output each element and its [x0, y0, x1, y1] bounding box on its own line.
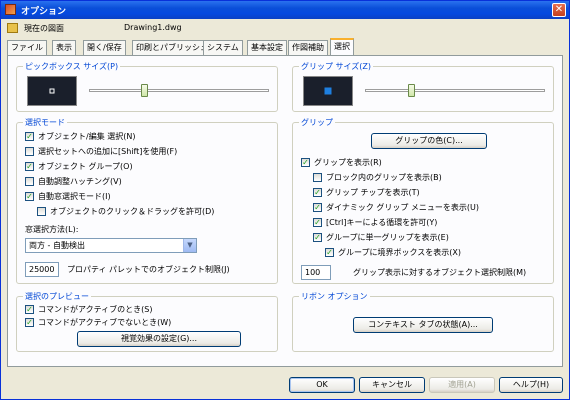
grip-colors-button[interactable]: グリップの色(C)... [371, 133, 487, 149]
current-drawing-label: 現在の図面 [24, 24, 64, 33]
shift-add-checkbox[interactable] [25, 147, 34, 156]
object-group-checkbox[interactable]: ✓ [25, 162, 34, 171]
grip-limit-input[interactable]: 100 [301, 265, 331, 280]
window-method-label: 窓選択方法(L): [25, 225, 79, 234]
options-dialog: オプション ✕ 現在の図面 Drawing1.dwg ファイル 表示 開く/保存… [0, 0, 570, 400]
preview-active-checkbox[interactable]: ✓ [25, 305, 34, 314]
dynamic-grip-menu-checkbox[interactable]: ✓ [313, 203, 322, 212]
preview-inactive-checkbox[interactable]: ✓ [25, 318, 34, 327]
property-limit-label: プロパティ パレットでのオブジェクト制限(J) [67, 265, 230, 274]
grip-tips-checkbox[interactable]: ✓ [313, 188, 322, 197]
selection-modes-title: 選択モード [23, 117, 67, 128]
contextual-tab-states-button[interactable]: コンテキスト タブの状態(A)... [353, 317, 493, 333]
single-group-grip-checkbox[interactable]: ✓ [313, 233, 322, 242]
grip-slider-thumb[interactable] [408, 84, 416, 97]
drawing-icon [7, 23, 18, 33]
dynamic-grip-menu-label: ダイナミック グリップ メニューを表示(U) [326, 203, 480, 212]
pickbox-size-title: ピックボックス サイズ(P) [23, 61, 121, 72]
object-selection-label: オブジェクト/編集 選択(N) [38, 132, 136, 141]
single-group-grip-label: グループに単一グリップを表示(E) [326, 233, 449, 242]
selection-preview-group: 選択のプレビュー ✓ コマンドがアクティブのとき(S) ✓ コマンドがアクティブ… [16, 291, 278, 352]
implied-window-label: 自動窓選択モード(I) [38, 192, 111, 201]
selection-preview-title: 選択のプレビュー [23, 291, 91, 302]
object-selection-checkbox[interactable]: ✓ [25, 132, 34, 141]
selection-modes-group: 選択モード ✓ オブジェクト/編集 選択(N) 選択セットへの追加に[Shift… [16, 117, 278, 284]
current-drawing-value: Drawing1.dwg [124, 23, 182, 32]
grip-size-group: グリップ サイズ(Z) [292, 61, 554, 112]
grip-slider-track[interactable] [365, 89, 545, 92]
grips-title: グリップ [299, 117, 335, 128]
ribbon-options-title: リボン オプション [299, 291, 370, 302]
ribbon-options-group: リボン オプション コンテキスト タブの状態(A)... [292, 291, 554, 352]
close-button[interactable]: ✕ [552, 3, 566, 17]
window-method-value: 両方 - 自動検出 [29, 241, 85, 250]
tab-drafting[interactable]: 作図補助 [288, 40, 328, 55]
window-method-select[interactable]: 両方 - 自動検出 ▼ [25, 238, 197, 253]
grip-marker [324, 87, 332, 95]
implied-window-checkbox[interactable]: ✓ [25, 192, 34, 201]
associative-hatch-label: 自動調整ハッチング(V) [38, 177, 122, 186]
grip-limit-label: グリップ表示に対するオブジェクト選択制限(M) [353, 268, 527, 277]
grips-group: グリップ グリップの色(C)... ✓ グリップを表示(R) ブロック内のグリッ… [292, 117, 554, 284]
pickbox-preview [27, 76, 77, 106]
pickbox-slider-thumb[interactable] [140, 84, 148, 97]
pickbox-slider-track[interactable] [89, 89, 269, 92]
tab-display[interactable]: 表示 [52, 40, 76, 55]
grip-size-title: グリップ サイズ(Z) [299, 61, 374, 72]
title-bar[interactable]: オプション ✕ [1, 1, 569, 19]
ok-button[interactable]: OK [289, 377, 355, 393]
press-drag-label: オブジェクトのクリック＆ドラッグを許可(D) [50, 207, 215, 216]
grip-tips-label: グリップ チップを表示(T) [326, 188, 420, 197]
grips-in-blocks-checkbox[interactable] [313, 173, 322, 182]
pickbox-marker [49, 88, 55, 94]
property-limit-input[interactable]: 25000 [25, 262, 59, 277]
object-group-label: オブジェクト グループ(O) [38, 162, 133, 171]
group-bbox-checkbox[interactable]: ✓ [325, 248, 334, 257]
selection-tab-page: ピックボックス サイズ(P) グリップ サイズ(Z) 選択モード ✓ オブジェク… [7, 55, 563, 367]
press-drag-checkbox[interactable] [37, 207, 46, 216]
preview-active-label: コマンドがアクティブのとき(S) [38, 305, 153, 314]
shift-add-label: 選択セットへの追加に[Shift]を使用(F) [38, 147, 178, 156]
ctrl-cycling-label: [Ctrl]キーによる循環を許可(Y) [326, 218, 438, 227]
tab-open-save[interactable]: 開く/保存 [83, 40, 126, 55]
tab-plot-publish[interactable]: 印刷とパブリッシュ [132, 40, 212, 55]
grip-preview [303, 76, 353, 106]
tab-system[interactable]: システム [203, 40, 243, 55]
associative-hatch-checkbox[interactable] [25, 177, 34, 186]
cancel-button[interactable]: キャンセル [359, 377, 425, 393]
chevron-down-icon[interactable]: ▼ [183, 239, 196, 252]
window-title: オプション [21, 7, 67, 17]
tab-selection[interactable]: 選択 [330, 38, 354, 55]
apply-button[interactable]: 適用(A) [429, 377, 495, 393]
help-button[interactable]: ヘルプ(H) [499, 377, 563, 393]
ctrl-cycling-checkbox[interactable]: ✓ [313, 218, 322, 227]
app-icon [5, 4, 16, 15]
tab-files[interactable]: ファイル [7, 40, 47, 55]
pickbox-size-group: ピックボックス サイズ(P) [16, 61, 278, 112]
show-grips-checkbox[interactable]: ✓ [301, 158, 310, 167]
group-bbox-label: グループに境界ボックスを表示(X) [338, 248, 462, 257]
grips-in-blocks-label: ブロック内のグリップを表示(B) [326, 173, 442, 182]
visual-effects-button[interactable]: 視覚効果の設定(G)... [77, 331, 241, 347]
tab-user-preferences[interactable]: 基本設定 [247, 40, 287, 55]
preview-inactive-label: コマンドがアクティブでないとき(W) [38, 318, 172, 327]
show-grips-label: グリップを表示(R) [314, 158, 382, 167]
